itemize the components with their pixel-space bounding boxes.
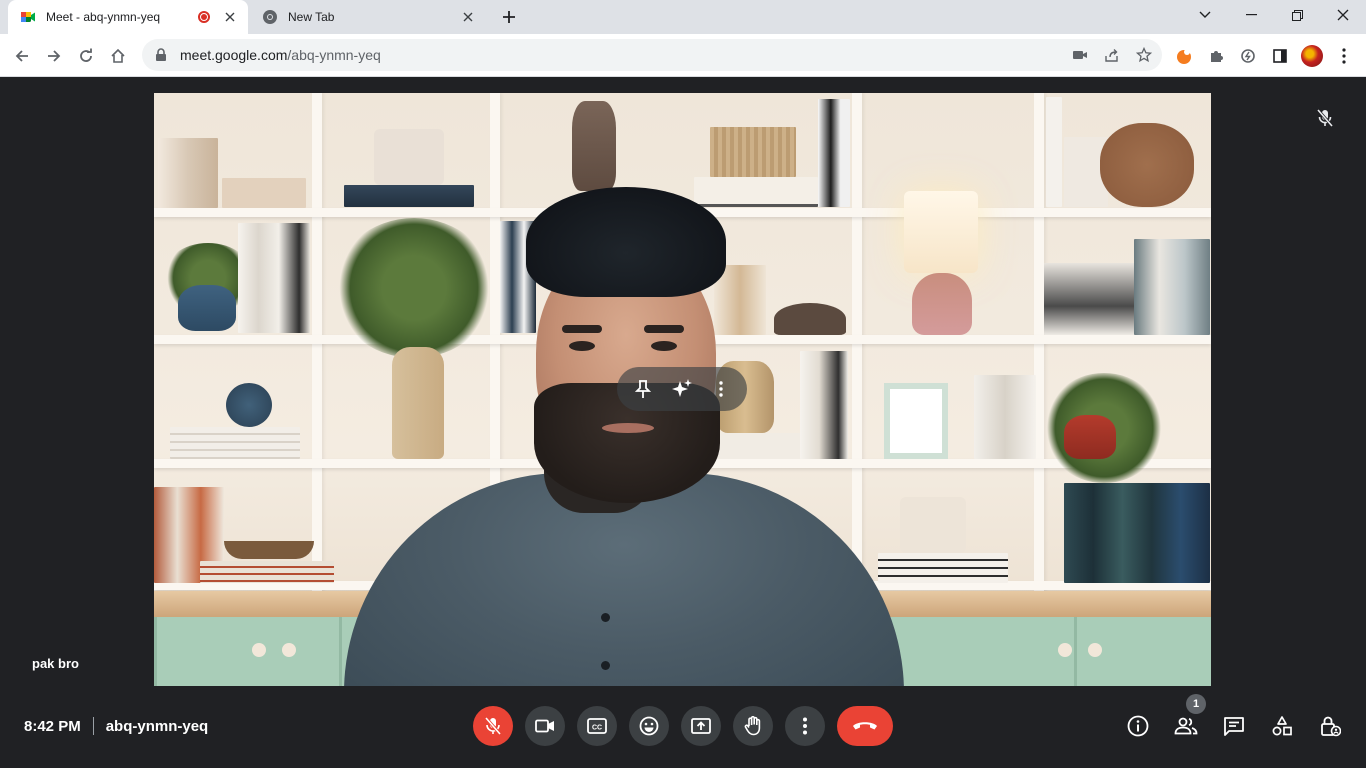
puzzle-icon [1211, 51, 1223, 62]
pin-icon [634, 380, 651, 398]
tab-new-tab[interactable]: New Tab [250, 0, 486, 34]
new-tab-button[interactable] [498, 7, 520, 27]
meeting-info: 8:42 PM abq-ynmn-yeq [24, 717, 208, 735]
tile-actions-overlay [617, 367, 747, 411]
close-tab-icon[interactable] [460, 9, 476, 25]
chrome-favicon-icon [262, 9, 278, 25]
star-icon[interactable] [1135, 46, 1153, 63]
meeting-controls-bar: 8:42 PM abq-ynmn-yeq CC 1 [0, 690, 1366, 768]
more-vert-icon [803, 717, 807, 735]
photo-frame [884, 383, 948, 459]
meeting-details-button[interactable] [1124, 712, 1152, 740]
host-lock-icon [1321, 716, 1341, 737]
close-window-icon[interactable] [1320, 0, 1366, 30]
more-options-button[interactable] [785, 706, 825, 746]
more-vert-icon [719, 381, 724, 397]
arrow-right-icon [48, 50, 61, 62]
url-host: meet.google.com [180, 47, 288, 63]
home-icon [111, 48, 125, 63]
tab-meet[interactable]: Meet - abq-ynmn-yeq [8, 0, 248, 34]
google-meet-favicon-icon [20, 9, 36, 25]
present-screen-button[interactable] [681, 706, 721, 746]
people-icon [1174, 717, 1198, 735]
reload-icon [80, 48, 92, 62]
browser-menu-button[interactable] [1330, 42, 1358, 70]
participant-mic-off-icon [1314, 107, 1336, 129]
pin-button[interactable] [626, 372, 660, 406]
minimize-window-icon[interactable] [1228, 0, 1274, 30]
tab-title: Meet - abq-ynmn-yeq [46, 10, 161, 24]
meeting-stage [0, 77, 1366, 690]
emoji-icon [639, 716, 659, 736]
lock-icon[interactable] [154, 48, 168, 62]
more-vert-icon [1342, 48, 1346, 64]
chat-button[interactable] [1220, 712, 1248, 740]
info-icon [1127, 715, 1149, 737]
divider [92, 717, 94, 735]
extension-brand-icon [1177, 49, 1191, 64]
share-icon[interactable] [1104, 47, 1120, 63]
mic-toggle-button[interactable] [473, 706, 513, 746]
restore-window-icon[interactable] [1274, 0, 1320, 30]
people-button[interactable] [1172, 712, 1200, 740]
lamp [904, 191, 978, 273]
present-to-all-icon [691, 718, 711, 734]
tab-strip: Meet - abq-ynmn-yeq New Tab [0, 0, 1366, 34]
captions-button[interactable]: CC [577, 706, 617, 746]
participant-name-label: pak bro [32, 656, 79, 671]
sparkle-icon [671, 379, 692, 397]
url-path: /abq-ynmn-yeq [287, 47, 381, 63]
avatar [1301, 45, 1323, 67]
media-sync-button[interactable] [1234, 42, 1262, 70]
hand-icon [744, 716, 761, 736]
participants-count-badge: 1 [1186, 694, 1206, 714]
call-end-icon [853, 722, 877, 730]
recording-indicator-icon [198, 11, 210, 23]
side-panel-icon [1273, 49, 1287, 63]
tile-more-options-button[interactable] [704, 372, 738, 406]
home-button[interactable] [104, 42, 132, 70]
browser-toolbar: meet.google.com/abq-ynmn-yeq [0, 34, 1366, 77]
effects-button[interactable] [665, 372, 699, 406]
sync-icon [1241, 49, 1255, 63]
forward-button[interactable] [40, 42, 68, 70]
profile-button[interactable] [1298, 42, 1326, 70]
activities-button[interactable] [1268, 712, 1296, 740]
side-panel-button[interactable] [1266, 42, 1294, 70]
arrow-left-icon [15, 50, 28, 62]
activities-shapes-icon [1272, 716, 1292, 736]
camera-icon[interactable] [1072, 47, 1088, 63]
reactions-button[interactable] [629, 706, 669, 746]
reload-button[interactable] [72, 42, 100, 70]
extensions-button[interactable] [1202, 42, 1230, 70]
raise-hand-button[interactable] [733, 706, 773, 746]
camera-toggle-button[interactable] [525, 706, 565, 746]
close-tab-icon[interactable] [222, 9, 238, 25]
current-time: 8:42 PM [24, 717, 81, 735]
svg-text:CC: CC [592, 725, 602, 732]
videocam-icon [535, 719, 554, 733]
chat-icon [1224, 717, 1244, 736]
closed-captions-icon: CC [587, 718, 607, 734]
extension-button[interactable] [1170, 42, 1198, 70]
back-button[interactable] [8, 42, 36, 70]
leave-call-button[interactable] [837, 706, 893, 746]
tab-title: New Tab [288, 10, 335, 24]
tab-search-chevron-down-icon[interactable] [1182, 0, 1228, 30]
address-bar[interactable]: meet.google.com/abq-ynmn-yeq [142, 39, 1162, 71]
host-controls-button[interactable] [1316, 712, 1344, 740]
meeting-code: abq-ynmn-yeq [105, 717, 209, 735]
mic-off-icon [484, 716, 502, 736]
